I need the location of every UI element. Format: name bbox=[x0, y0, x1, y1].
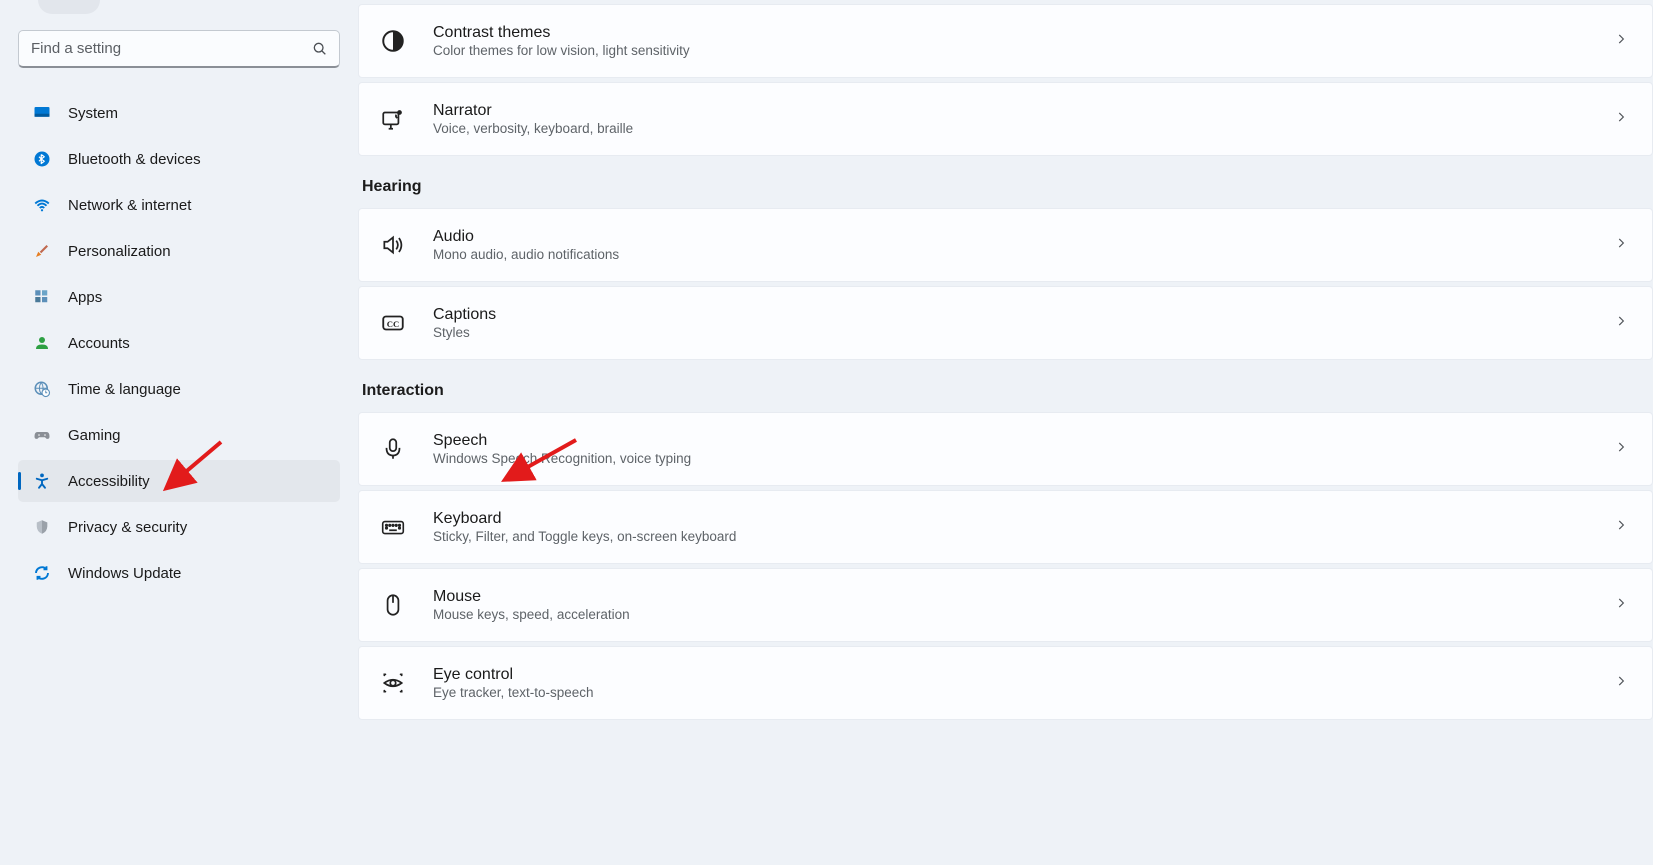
chevron-right-icon bbox=[1614, 236, 1628, 255]
sidebar-item-label: Network & internet bbox=[68, 197, 191, 214]
settings-sidebar: System Bluetooth & devices Network & int… bbox=[0, 0, 358, 865]
audio-icon bbox=[379, 231, 407, 259]
sidebar-item-label: Gaming bbox=[68, 427, 121, 444]
card-title: Mouse bbox=[433, 588, 1614, 606]
mouse-icon bbox=[379, 591, 407, 619]
card-title: Narrator bbox=[433, 102, 1614, 120]
contrast-icon bbox=[379, 27, 407, 55]
card-subtitle: Voice, verbosity, keyboard, braille bbox=[433, 121, 1614, 136]
sidebar-item-apps[interactable]: Apps bbox=[18, 276, 340, 318]
apps-icon bbox=[32, 287, 52, 307]
card-title: Eye control bbox=[433, 666, 1614, 684]
card-subtitle: Eye tracker, text-to-speech bbox=[433, 685, 1614, 700]
svg-text:CC: CC bbox=[387, 319, 400, 329]
globe-clock-icon bbox=[32, 379, 52, 399]
search-container bbox=[18, 30, 340, 68]
card-text: Contrast themes Color themes for low vis… bbox=[433, 24, 1614, 58]
card-text: Audio Mono audio, audio notifications bbox=[433, 228, 1614, 262]
card-title: Speech bbox=[433, 432, 1614, 450]
shield-icon bbox=[32, 517, 52, 537]
microphone-icon bbox=[379, 435, 407, 463]
card-eye-control[interactable]: Eye control Eye tracker, text-to-speech bbox=[358, 646, 1653, 720]
card-text: Mouse Mouse keys, speed, acceleration bbox=[433, 588, 1614, 622]
sidebar-item-label: Windows Update bbox=[68, 565, 181, 582]
sidebar-item-bluetooth[interactable]: Bluetooth & devices bbox=[18, 138, 340, 180]
card-subtitle: Color themes for low vision, light sensi… bbox=[433, 43, 1614, 58]
chevron-right-icon bbox=[1614, 596, 1628, 615]
sidebar-item-windows-update[interactable]: Windows Update bbox=[18, 552, 340, 594]
section-header-interaction: Interaction bbox=[362, 382, 1653, 400]
card-mouse[interactable]: Mouse Mouse keys, speed, acceleration bbox=[358, 568, 1653, 642]
person-icon bbox=[32, 333, 52, 353]
card-subtitle: Sticky, Filter, and Toggle keys, on-scre… bbox=[433, 529, 1614, 544]
card-narrator[interactable]: Narrator Voice, verbosity, keyboard, bra… bbox=[358, 82, 1653, 156]
chevron-right-icon bbox=[1614, 518, 1628, 537]
chevron-right-icon bbox=[1614, 674, 1628, 693]
user-avatar[interactable] bbox=[38, 0, 100, 14]
sidebar-item-system[interactable]: System bbox=[18, 92, 340, 134]
sidebar-item-gaming[interactable]: Gaming bbox=[18, 414, 340, 456]
sidebar-item-time-language[interactable]: Time & language bbox=[18, 368, 340, 410]
sidebar-item-label: System bbox=[68, 105, 118, 122]
sidebar-item-label: Time & language bbox=[68, 381, 181, 398]
card-text: Keyboard Sticky, Filter, and Toggle keys… bbox=[433, 510, 1614, 544]
search-input[interactable] bbox=[18, 30, 340, 68]
sidebar-item-network[interactable]: Network & internet bbox=[18, 184, 340, 226]
card-subtitle: Styles bbox=[433, 325, 1614, 340]
sidebar-item-label: Accessibility bbox=[68, 473, 150, 490]
settings-nav: System Bluetooth & devices Network & int… bbox=[18, 92, 340, 598]
section-header-hearing: Hearing bbox=[362, 178, 1653, 196]
card-title: Contrast themes bbox=[433, 24, 1614, 42]
sync-icon bbox=[32, 563, 52, 583]
card-text: Speech Windows Speech Recognition, voice… bbox=[433, 432, 1614, 466]
card-speech[interactable]: Speech Windows Speech Recognition, voice… bbox=[358, 412, 1653, 486]
card-subtitle: Mouse keys, speed, acceleration bbox=[433, 607, 1614, 622]
sidebar-item-label: Bluetooth & devices bbox=[68, 151, 201, 168]
chevron-right-icon bbox=[1614, 440, 1628, 459]
sidebar-item-personalization[interactable]: Personalization bbox=[18, 230, 340, 272]
sidebar-item-label: Privacy & security bbox=[68, 519, 187, 536]
card-text: Captions Styles bbox=[433, 306, 1614, 340]
chevron-right-icon bbox=[1614, 32, 1628, 51]
gamepad-icon bbox=[32, 425, 52, 445]
settings-content: Contrast themes Color themes for low vis… bbox=[358, 0, 1653, 865]
chevron-right-icon bbox=[1614, 314, 1628, 333]
keyboard-icon bbox=[379, 513, 407, 541]
card-title: Keyboard bbox=[433, 510, 1614, 528]
chevron-right-icon bbox=[1614, 110, 1628, 129]
captions-icon: CC bbox=[379, 309, 407, 337]
wifi-icon bbox=[32, 195, 52, 215]
sidebar-item-label: Apps bbox=[68, 289, 102, 306]
accessibility-icon bbox=[32, 471, 52, 491]
card-audio[interactable]: Audio Mono audio, audio notifications bbox=[358, 208, 1653, 282]
card-title: Audio bbox=[433, 228, 1614, 246]
card-contrast-themes[interactable]: Contrast themes Color themes for low vis… bbox=[358, 4, 1653, 78]
narrator-icon bbox=[379, 105, 407, 133]
card-text: Eye control Eye tracker, text-to-speech bbox=[433, 666, 1614, 700]
card-text: Narrator Voice, verbosity, keyboard, bra… bbox=[433, 102, 1614, 136]
card-subtitle: Windows Speech Recognition, voice typing bbox=[433, 451, 1614, 466]
sidebar-item-privacy[interactable]: Privacy & security bbox=[18, 506, 340, 548]
sidebar-item-label: Accounts bbox=[68, 335, 130, 352]
eye-icon bbox=[379, 669, 407, 697]
sidebar-item-label: Personalization bbox=[68, 243, 171, 260]
display-icon bbox=[32, 103, 52, 123]
card-subtitle: Mono audio, audio notifications bbox=[433, 247, 1614, 262]
paintbrush-icon bbox=[32, 241, 52, 261]
card-captions[interactable]: CC Captions Styles bbox=[358, 286, 1653, 360]
sidebar-item-accessibility[interactable]: Accessibility bbox=[18, 460, 340, 502]
bluetooth-icon bbox=[32, 149, 52, 169]
card-keyboard[interactable]: Keyboard Sticky, Filter, and Toggle keys… bbox=[358, 490, 1653, 564]
card-title: Captions bbox=[433, 306, 1614, 324]
sidebar-item-accounts[interactable]: Accounts bbox=[18, 322, 340, 364]
